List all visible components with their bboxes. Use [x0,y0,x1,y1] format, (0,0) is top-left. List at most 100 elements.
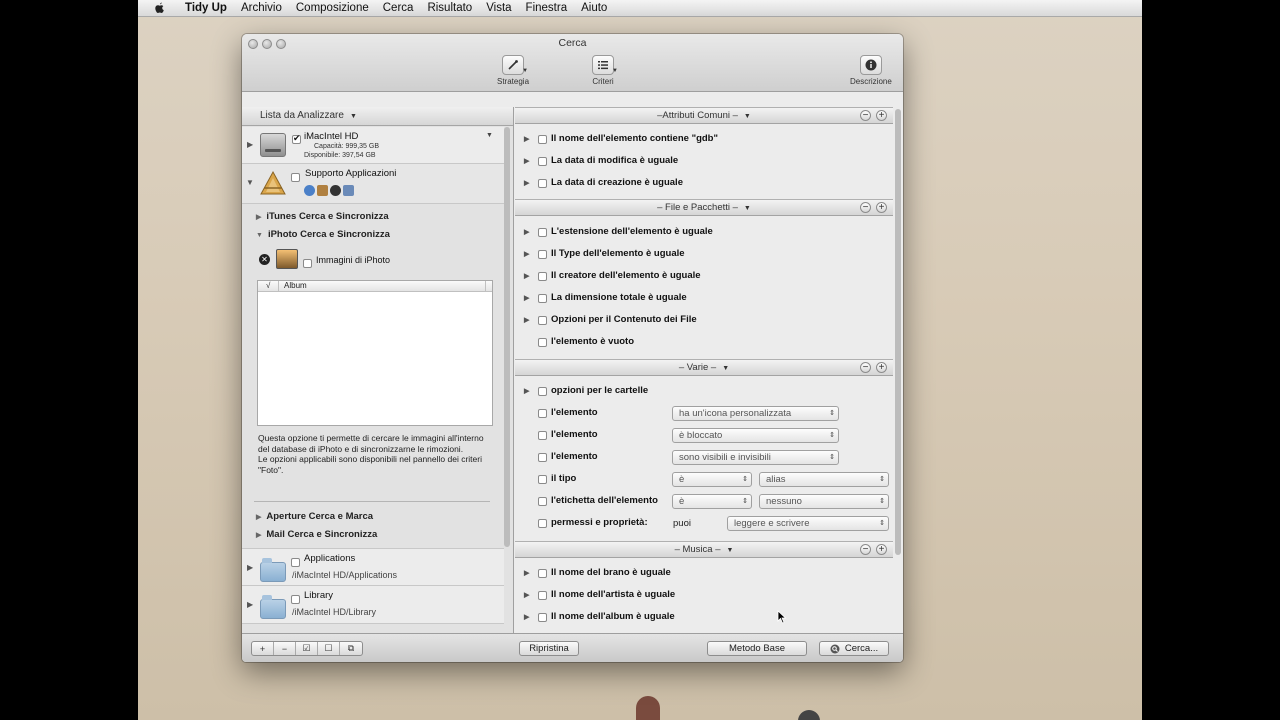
disclosure-right-icon[interactable]: ▶ [524,157,529,165]
criterion-checkbox[interactable] [538,497,547,506]
visibility-popup[interactable]: sono visibili e invisibili ⇕ [672,450,839,465]
album-check-column[interactable]: √ [266,281,270,290]
disclosure-right-icon[interactable]: ▶ [524,613,529,621]
criterion-checkbox[interactable] [538,453,547,462]
criteria-button[interactable]: ▼ Criteri [592,55,618,86]
misc-header[interactable]: – Varie – ▼ − + [515,359,893,376]
disclosure-right-icon[interactable]: ▶ [247,600,253,609]
criterion-row[interactable]: ▶ opzioni per le cartelle [515,381,893,403]
criterion-checkbox[interactable] [538,475,547,484]
add-group-button[interactable]: + [876,362,887,373]
type-value-popup[interactable]: alias ⇕ [759,472,889,487]
criterion-checkbox[interactable] [538,569,547,578]
chevron-down-icon[interactable]: ▼ [486,132,493,139]
criterion-row[interactable]: ▶ Il Type dell'elemento è uguale [515,244,893,266]
disclosure-right-icon[interactable]: ▶ [524,135,529,143]
criterion-checkbox[interactable] [538,157,547,166]
uncheck-all-icon[interactable]: ☐ [318,642,340,655]
criterion-checkbox[interactable] [538,228,547,237]
criterion-row[interactable]: l'etichetta dell'elemento è ⇕ nessuno ⇕ [515,491,893,513]
criterion-checkbox[interactable] [538,179,547,188]
criterion-row[interactable]: ▶ Il nome dell'artista è uguale [515,585,893,607]
disk-row[interactable]: ▶ iMacIntel HD Capacità: 999,35 GB Dispo… [242,127,504,164]
criterion-row[interactable]: permessi e proprietà: puoi leggere e scr… [515,513,893,535]
disclosure-right-icon[interactable]: ▶ [524,316,529,324]
permission-popup[interactable]: leggere e scrivere ⇕ [727,516,889,531]
disclosure-right-icon[interactable]: ▶ [247,563,253,572]
add-group-button[interactable]: + [876,544,887,555]
description-button[interactable]: Descrizione [850,55,892,86]
criterion-row[interactable]: l'elemento sono visibili e invisibili ⇕ [515,447,893,469]
criterion-checkbox[interactable] [538,135,547,144]
criterion-row[interactable]: ▶ La dimensione totale è uguale [515,288,893,310]
app-support-row[interactable]: ▼ Supporto Applicazioni [242,164,504,204]
disclosure-right-icon[interactable]: ▶ [524,387,529,395]
criterion-checkbox[interactable] [538,387,547,396]
music-header[interactable]: – Musica – ▼ − + [515,541,893,558]
menu-vista[interactable]: Vista [479,2,518,14]
criterion-checkbox[interactable] [538,272,547,281]
criterion-checkbox[interactable] [538,316,547,325]
apple-icon[interactable] [152,1,166,15]
criterion-row[interactable]: ▶ Il nome del brano è uguale [515,563,893,585]
disclosure-right-icon[interactable]: ▶ [247,140,253,149]
itunes-section[interactable]: ▶ iTunes Cerca e Sincronizza [256,211,513,222]
collapse-group-button[interactable]: − [860,362,871,373]
menu-app-name[interactable]: Tidy Up [178,2,234,14]
criterion-row[interactable]: ▶ Opzioni per il Contenuto dei File [515,310,893,332]
collapse-group-button[interactable]: − [860,544,871,555]
right-scrollbar[interactable] [895,109,901,555]
common-attributes-header[interactable]: –Attributi Comuni – ▼ − + [515,107,893,124]
criterion-row[interactable]: ▶ L'estensione dell'elemento è uguale [515,222,893,244]
criterion-checkbox[interactable] [538,431,547,440]
criterion-row[interactable]: l'elemento è vuoto [515,332,893,354]
strategy-button[interactable]: ▼ Strategia [497,55,529,86]
criterion-row[interactable]: ▶ La data di modifica è uguale [515,151,893,173]
criterion-row[interactable]: il tipo è ⇕ alias ⇕ [515,469,893,491]
remove-icon[interactable]: ✕ [259,254,270,265]
criterion-checkbox[interactable] [538,613,547,622]
criterion-row[interactable]: l'elemento ha un'icona personalizzata ⇕ [515,403,893,425]
disclosure-right-icon[interactable]: ▶ [524,179,529,187]
menu-archivio[interactable]: Archivio [234,2,289,14]
criterion-checkbox[interactable] [538,294,547,303]
remove-item-button[interactable]: − [274,642,296,655]
criterion-row[interactable]: ▶ Il creatore dell'elemento è uguale [515,266,893,288]
album-column-header[interactable]: Album [284,281,307,290]
applications-row[interactable]: ▶ Applications /iMacIntel HD/Application… [242,548,504,586]
disk-checkbox[interactable] [292,131,301,149]
menu-risultato[interactable]: Risultato [420,2,479,14]
disclosure-down-icon[interactable]: ▼ [246,178,254,187]
add-item-button[interactable]: + [252,642,274,655]
custom-icon-popup[interactable]: ha un'icona personalizzata ⇕ [672,406,839,421]
disclosure-right-icon[interactable]: ▶ [524,272,529,280]
check-all-icon[interactable]: ☑ [296,642,318,655]
disclosure-right-icon[interactable]: ▶ [524,228,529,236]
scan-list-header[interactable]: Lista da Analizzare ▼ [242,107,513,126]
add-group-button[interactable]: + [876,110,887,121]
files-packages-header[interactable]: – File e Pacchetti – ▼ − + [515,199,893,216]
criterion-row[interactable]: l'elemento è bloccato ⇕ [515,425,893,447]
left-scrollbar[interactable] [504,127,510,547]
folder-options-icon[interactable]: ⧉ [340,642,362,655]
criterion-checkbox[interactable] [538,409,547,418]
iphoto-images-checkbox[interactable] [303,255,312,273]
menu-cerca[interactable]: Cerca [376,2,421,14]
album-table[interactable]: √ Album [257,280,493,426]
disclosure-right-icon[interactable]: ▶ [524,591,529,599]
aperture-section[interactable]: ▶ Aperture Cerca e Marca [256,511,513,522]
tag-value-popup[interactable]: nessuno ⇕ [759,494,889,509]
type-operator-popup[interactable]: è ⇕ [672,472,752,487]
library-row[interactable]: ▶ Library /iMacIntel HD/Library [242,586,504,624]
search-button[interactable]: Cerca... [819,641,889,656]
criterion-row[interactable]: ▶ Il nome dell'album è uguale [515,607,893,629]
disclosure-right-icon[interactable]: ▶ [524,250,529,258]
disclosure-right-icon[interactable]: ▶ [524,569,529,577]
criterion-checkbox[interactable] [538,519,547,528]
reset-button[interactable]: Ripristina [519,641,579,656]
app-support-checkbox[interactable] [291,169,300,187]
criterion-checkbox[interactable] [538,250,547,259]
menu-aiuto[interactable]: Aiuto [574,2,614,14]
criterion-checkbox[interactable] [538,338,547,347]
collapse-group-button[interactable]: − [860,110,871,121]
